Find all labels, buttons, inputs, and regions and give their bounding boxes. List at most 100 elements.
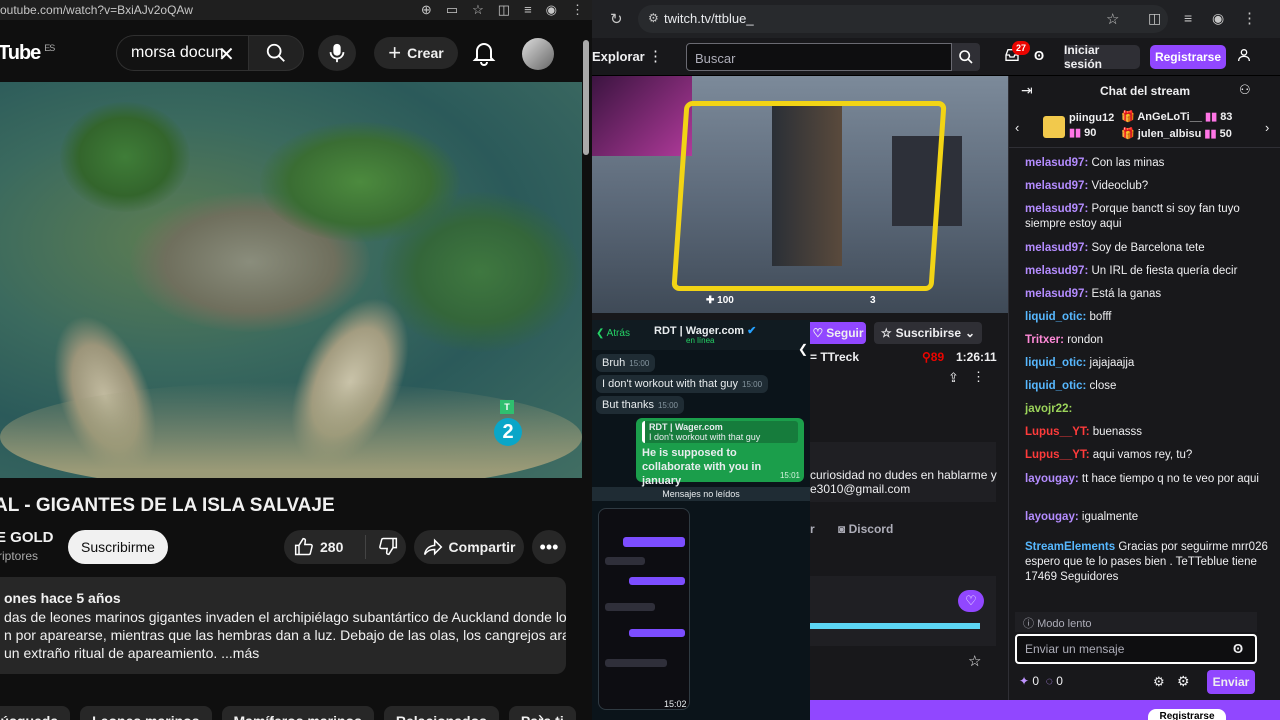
- chat-username[interactable]: layougay:: [1025, 473, 1079, 485]
- explore-link[interactable]: Explorar: [592, 49, 645, 64]
- clear-search-icon[interactable]: ✕: [218, 42, 235, 67]
- chat-username[interactable]: liquid_otic:: [1025, 380, 1086, 392]
- collapse-icon[interactable]: ❮: [798, 342, 808, 356]
- settings-icon[interactable]: ⚙: [1177, 673, 1190, 690]
- chevron-right-icon[interactable]: ›: [538, 708, 544, 720]
- game-frame: [671, 101, 947, 291]
- media-icon[interactable]: ≡: [524, 2, 532, 18]
- like-button[interactable]: 280: [284, 535, 366, 559]
- twitch-search-input[interactable]: Buscar: [686, 43, 952, 71]
- webcam-overlay: [592, 76, 692, 156]
- description-line: un extraño ritual de apareamiento. ...má…: [4, 645, 260, 661]
- chat-username[interactable]: melasud97:: [1025, 203, 1088, 215]
- chat-username[interactable]: liquid_otic:: [1025, 357, 1086, 369]
- account-avatar[interactable]: [522, 38, 554, 70]
- more-actions-icon[interactable]: •••: [532, 530, 566, 564]
- send-button[interactable]: Enviar: [1207, 670, 1255, 694]
- bits-icon[interactable]: ⚙: [1153, 674, 1165, 690]
- create-button[interactable]: + Crear: [374, 37, 458, 69]
- extensions-icon[interactable]: ◫: [1148, 10, 1161, 27]
- chat-username[interactable]: Lupus__YT:: [1025, 449, 1090, 461]
- emote-picker-icon[interactable]: ʘ: [1233, 641, 1243, 656]
- login-button[interactable]: Iniciar sesión: [1064, 43, 1140, 71]
- twitch-url[interactable]: twitch.tv/ttblue_: [664, 11, 754, 26]
- message-bubble: But thanks 15:00: [596, 396, 685, 414]
- youtube-logo[interactable]: Tube ES: [0, 42, 55, 65]
- banner-signup-button[interactable]: Registrarse: [1148, 709, 1226, 720]
- youtube-url[interactable]: outube.com/watch?v=BxiAJv2oQAw: [0, 3, 193, 17]
- chat-username[interactable]: Tritxer:: [1025, 334, 1064, 346]
- subscribe-button[interactable]: ☆ Suscribirse ⌄: [874, 322, 982, 344]
- subscribe-button[interactable]: Suscribirme: [68, 530, 168, 564]
- chat-username[interactable]: melasud97:: [1025, 288, 1088, 300]
- chat-username[interactable]: melasud97:: [1025, 265, 1088, 277]
- menu-icon[interactable]: ⋮: [571, 2, 584, 18]
- heart-icon: ♡: [812, 326, 824, 340]
- chat-username[interactable]: melasud97:: [1025, 180, 1088, 192]
- chat-username[interactable]: melasud97:: [1025, 157, 1088, 169]
- chat-username[interactable]: javojr22:: [1025, 403, 1072, 415]
- voice-search-button[interactable]: [318, 35, 356, 71]
- user-menu-button[interactable]: [1236, 47, 1252, 68]
- streamer-name[interactable]: = TTreck: [810, 350, 859, 364]
- chat-username[interactable]: liquid_otic:: [1025, 311, 1086, 323]
- chip[interactable]: Relacionados: [383, 706, 499, 720]
- discord-link[interactable]: ◙ Discord: [838, 522, 893, 536]
- prime-icon[interactable]: ʘ: [1034, 48, 1044, 63]
- description-line: das de leones marinos gigantes invaden e…: [4, 609, 566, 625]
- signup-button[interactable]: Registrarse: [1150, 45, 1226, 69]
- extensions-icon[interactable]: ◫: [498, 2, 510, 18]
- follow-button[interactable]: ♡ Seguir: [810, 322, 866, 344]
- chat-username[interactable]: melasud97:: [1025, 242, 1088, 254]
- stream-player[interactable]: ✚ 100 3: [592, 76, 1008, 313]
- video-player[interactable]: T 2: [0, 82, 582, 478]
- scrollbar[interactable]: [583, 40, 589, 155]
- share-icon[interactable]: ⇪: [948, 370, 959, 386]
- search-button[interactable]: [248, 35, 304, 71]
- dislike-button[interactable]: [366, 536, 398, 559]
- youtube-address-bar[interactable]: outube.com/watch?v=BxiAJv2oQAw ⊕ ▭ ☆ ◫ ≡…: [0, 0, 592, 20]
- star-icon[interactable]: ☆: [968, 652, 981, 670]
- more-menu-icon[interactable]: ⋮: [648, 47, 663, 65]
- browser-menu-icon[interactable]: ⋮: [1242, 9, 1257, 27]
- more-options-icon[interactable]: ⋮: [972, 369, 985, 385]
- gift-leaderboard: ‹ piingu12 ▮▮ 90 🎁 AnGeLoTi__ ▮▮ 83 🎁 ju…: [1009, 108, 1280, 148]
- social-link[interactable]: r: [810, 522, 815, 536]
- chevron-right-icon[interactable]: ›: [1265, 120, 1269, 135]
- chat-username[interactable]: Lupus__YT:: [1025, 426, 1090, 438]
- notifications-button[interactable]: [472, 40, 496, 71]
- chat-username[interactable]: layougay:: [1025, 511, 1079, 523]
- chat-text: igualmente: [1078, 511, 1139, 523]
- chip[interactable]: Leones marinos: [80, 706, 212, 720]
- chat-message: melasud97: Está la ganas: [1025, 287, 1271, 302]
- description-box[interactable]: ones hace 5 años das de leones marinos g…: [0, 577, 566, 674]
- bookmark-star-icon[interactable]: ☆: [1106, 10, 1119, 28]
- contact-status: en línea: [686, 336, 715, 345]
- back-button[interactable]: ❮ Atrás: [596, 328, 630, 339]
- chat-users-icon[interactable]: ⚇: [1239, 82, 1251, 98]
- chat-text: aqui vamos rey, tu?: [1089, 449, 1193, 461]
- chip[interactable]: Mamíferos marinos: [221, 706, 374, 720]
- twitch-search-button[interactable]: [952, 43, 980, 71]
- reload-icon[interactable]: ↻: [610, 10, 623, 28]
- site-info-icon[interactable]: ⚙: [648, 11, 659, 25]
- zoom-icon[interactable]: ⊕: [421, 2, 432, 18]
- media-icon[interactable]: ≡: [1184, 10, 1192, 26]
- channel-name[interactable]: E GOLD: [0, 529, 54, 546]
- share-button[interactable]: Compartir: [414, 530, 524, 564]
- profile-icon[interactable]: ◉: [546, 2, 557, 18]
- screenshot-image[interactable]: [598, 508, 690, 710]
- heart-button[interactable]: ♡: [958, 590, 984, 612]
- chat-username[interactable]: StreamElements: [1025, 541, 1115, 553]
- profile-icon[interactable]: ◉: [1212, 10, 1224, 27]
- whatsapp-overlay: ❮ Atrás RDT | Wager.com ✔ en línea Bruh 1…: [592, 320, 810, 720]
- chevron-left-icon[interactable]: ‹: [1015, 120, 1019, 135]
- gifter-count: ▮▮ 90: [1069, 127, 1097, 139]
- star-icon[interactable]: ☆: [472, 2, 484, 18]
- chat-message: layougay: tt hace tiempo q no te veo por…: [1025, 472, 1271, 487]
- chip[interactable]: búsqueda: [0, 706, 71, 720]
- points-display[interactable]: ✦ 0 ◌ 0: [1019, 674, 1063, 688]
- twitch-address-bar[interactable]: twitch.tv/ttblue_: [638, 5, 1168, 33]
- cast-icon[interactable]: ▭: [446, 2, 458, 18]
- chat-input[interactable]: Enviar un mensaje: [1015, 634, 1257, 664]
